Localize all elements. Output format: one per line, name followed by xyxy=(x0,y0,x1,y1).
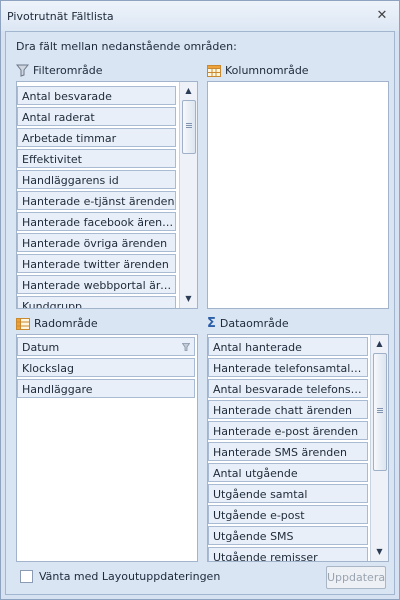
column-area-label: Kolumnområde xyxy=(207,64,309,77)
title-bar[interactable]: Pivotrutnät Fältlista ✕ xyxy=(1,1,399,31)
filter-field-item[interactable]: Handläggarens id xyxy=(17,170,176,189)
defer-layout-option[interactable]: Vänta med Layoutuppdateringen xyxy=(20,570,220,583)
filter-area-label: Filterområde xyxy=(16,64,102,77)
filter-field-item[interactable]: Effektivitet xyxy=(17,149,176,168)
instruction-text: Dra fält mellan nedanstående områden: xyxy=(16,40,237,53)
row-field-item[interactable]: Handläggare xyxy=(17,379,195,398)
field-list-content: Dra fält mellan nedanstående områden: Fi… xyxy=(5,31,395,595)
scroll-down-icon[interactable]: ▼ xyxy=(371,545,388,559)
filter-area-title: Filterområde xyxy=(33,64,103,77)
filter-icon xyxy=(16,64,29,77)
filter-icon[interactable] xyxy=(182,343,190,351)
row-area-icon xyxy=(16,317,30,330)
row-area-panel[interactable]: Datum Klockslag Handläggare xyxy=(16,334,198,562)
filter-field-item[interactable]: Antal raderat xyxy=(17,107,176,126)
filter-field-item[interactable]: Antal besvarade xyxy=(17,86,176,105)
data-field-item[interactable]: Utgående SMS xyxy=(208,526,368,545)
scroll-down-icon[interactable]: ▼ xyxy=(180,292,197,306)
defer-layout-label: Vänta med Layoutuppdateringen xyxy=(39,570,221,583)
column-area-title: Kolumnområde xyxy=(225,64,309,77)
data-field-item[interactable]: Utgående e-post xyxy=(208,505,368,524)
data-field-item[interactable]: Antal besvarade telefonsamtal xyxy=(208,379,368,398)
filter-field-item[interactable]: Hanterade övriga ärenden xyxy=(17,233,176,252)
filter-field-item[interactable]: Arbetade timmar xyxy=(17,128,176,147)
scroll-up-icon[interactable]: ▲ xyxy=(180,84,197,98)
data-area-panel[interactable]: Antal hanterade Hanterade telefonsamtals… xyxy=(207,334,389,562)
scroll-thumb[interactable] xyxy=(182,100,196,154)
column-area-panel[interactable] xyxy=(207,81,389,309)
filter-field-item[interactable]: Hanterade e-tjänst ärenden xyxy=(17,191,176,210)
data-field-item[interactable]: Hanterade telefonsamtals är... xyxy=(208,358,368,377)
scroll-up-icon[interactable]: ▲ xyxy=(371,337,388,351)
data-field-item[interactable]: Utgående remisser xyxy=(208,547,368,561)
data-field-item[interactable]: Hanterade SMS ärenden xyxy=(208,442,368,461)
filter-field-item[interactable]: Hanterade twitter ärenden xyxy=(17,254,176,273)
data-scrollbar[interactable]: ▲ ▼ xyxy=(370,335,388,561)
data-field-item[interactable]: Hanterade e-post ärenden xyxy=(208,421,368,440)
data-field-item[interactable]: Antal hanterade xyxy=(208,337,368,356)
filter-area-panel[interactable]: Antal besvarade Antal raderat Arbetade t… xyxy=(16,81,198,309)
sigma-icon: Σ xyxy=(207,315,216,331)
data-area-title: Dataområde xyxy=(219,317,289,330)
column-area-icon xyxy=(207,64,221,77)
data-field-item[interactable]: Antal utgående xyxy=(208,463,368,482)
defer-layout-checkbox[interactable] xyxy=(20,570,33,583)
data-area-label: Σ Dataområde xyxy=(207,315,289,331)
filter-field-item[interactable]: Kundgrupp xyxy=(17,296,176,308)
data-field-item[interactable]: Hanterade chatt ärenden xyxy=(208,400,368,419)
row-area-title: Radområde xyxy=(34,317,98,330)
filter-scrollbar[interactable]: ▲ ▼ xyxy=(179,82,197,308)
pivot-field-list-window: Pivotrutnät Fältlista ✕ Dra fält mellan … xyxy=(0,0,400,600)
window-title: Pivotrutnät Fältlista xyxy=(7,10,114,23)
filter-field-item[interactable]: Hanterade webbportal ären... xyxy=(17,275,176,294)
filter-field-item[interactable]: Hanterade facebook ärenden xyxy=(17,212,176,231)
row-field-item[interactable]: Datum xyxy=(17,337,195,356)
close-icon[interactable]: ✕ xyxy=(375,9,389,23)
row-area-label: Radområde xyxy=(16,317,98,330)
row-field-item[interactable]: Klockslag xyxy=(17,358,195,377)
data-field-item[interactable]: Utgående samtal xyxy=(208,484,368,503)
scroll-thumb[interactable] xyxy=(373,353,387,471)
update-button[interactable]: Uppdatera xyxy=(326,566,386,589)
